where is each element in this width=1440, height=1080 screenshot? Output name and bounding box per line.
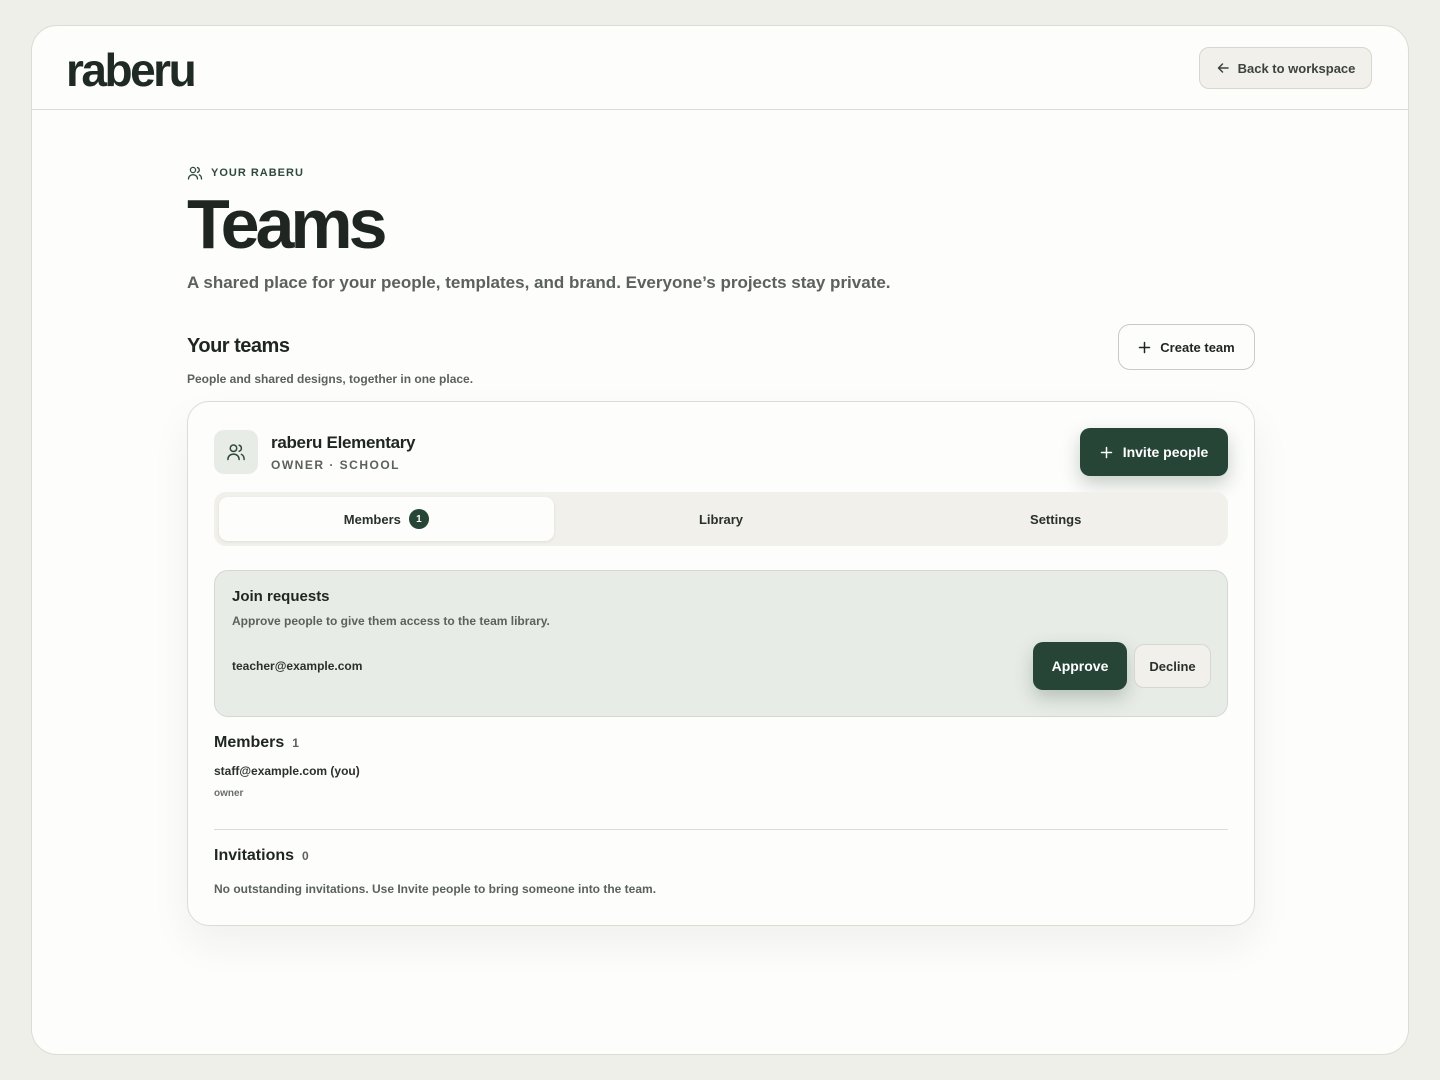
invitations-title: Invitations	[214, 847, 295, 864]
members-header: Members 1	[214, 734, 299, 752]
create-team-button[interactable]: Create team	[1118, 324, 1255, 370]
plus-icon	[1100, 446, 1112, 458]
tab-label: Library	[698, 511, 744, 527]
tab-members[interactable]: Members 1	[219, 497, 554, 541]
section-title: Your teams	[187, 335, 290, 357]
members-count: 1	[292, 736, 299, 750]
section-subtitle: People and shared designs, together in o…	[187, 372, 474, 386]
join-requests-panel: Join requests Approve people to give the…	[214, 570, 1228, 717]
invitations-empty-message: No outstanding invitations. Use Invite p…	[214, 882, 657, 896]
team-name: raberu Elementary	[271, 432, 416, 452]
tab-library[interactable]: Library	[554, 497, 889, 541]
app-window: raberu Back to workspace YOUR RABERU Tea…	[31, 25, 1409, 1055]
page-subtitle: A shared place for your people, template…	[187, 273, 891, 292]
users-icon	[187, 166, 203, 180]
member-email: staff@example.com (you)	[214, 764, 360, 778]
invite-people-button[interactable]: Invite people	[1080, 428, 1228, 476]
invitations-header: Invitations 0	[214, 847, 309, 865]
join-requests-title: Join requests	[232, 588, 330, 605]
approve-button[interactable]: Approve	[1033, 642, 1127, 690]
main-content: YOUR RABERU Teams A shared place for you…	[187, 165, 1255, 926]
team-info: raberu Elementary OWNER · SCHOOL	[271, 432, 416, 472]
tab-settings[interactable]: Settings	[888, 497, 1223, 541]
logo[interactable]: raberu	[66, 43, 197, 97]
decline-button[interactable]: Decline	[1134, 644, 1211, 688]
eyebrow-label: YOUR RABERU	[211, 167, 304, 179]
top-bar: raberu Back to workspace	[32, 26, 1408, 110]
back-to-workspace-label: Back to workspace	[1237, 60, 1356, 76]
invitations-count: 0	[302, 849, 309, 863]
team-tabs: Members 1 Library Settings	[214, 492, 1228, 546]
tab-label: Members	[343, 511, 401, 527]
member-role: owner	[214, 788, 244, 799]
teams-section-header: Your teams People and shared designs, to…	[187, 324, 1255, 395]
create-team-label: Create team	[1160, 339, 1235, 355]
team-meta: OWNER · SCHOOL	[271, 457, 400, 472]
request-email: teacher@example.com	[232, 659, 363, 673]
team-users-icon	[227, 444, 245, 461]
eyebrow: YOUR RABERU	[187, 165, 1255, 181]
divider	[214, 829, 1228, 830]
page-title: Teams	[187, 185, 388, 263]
invite-people-label: Invite people	[1122, 444, 1209, 460]
tab-label: Settings	[1030, 511, 1082, 527]
team-avatar	[214, 430, 258, 474]
members-title: Members	[214, 734, 285, 751]
team-card: raberu Elementary OWNER · SCHOOL Invite …	[187, 401, 1255, 926]
back-to-workspace-button[interactable]: Back to workspace	[1199, 47, 1372, 89]
join-requests-subtitle: Approve people to give them access to th…	[232, 614, 550, 628]
arrow-left-icon	[1217, 63, 1229, 73]
members-count-badge: 1	[408, 509, 429, 529]
plus-icon	[1139, 341, 1151, 353]
team-header: raberu Elementary OWNER · SCHOOL	[214, 430, 416, 474]
